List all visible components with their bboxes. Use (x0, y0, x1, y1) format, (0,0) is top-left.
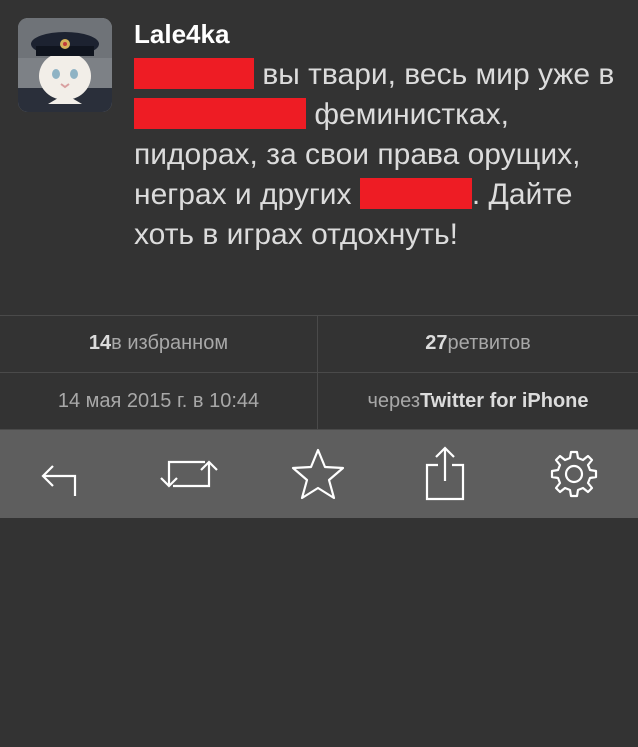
settings-gear-icon (550, 450, 598, 498)
retweets-count[interactable]: 27 ретвитов (318, 315, 638, 372)
action-toolbar (0, 430, 638, 518)
redaction-block (359, 178, 472, 209)
tweet-text-part-1: вы твари, весь мир уже в (254, 58, 615, 91)
retweets-label: ретвитов (447, 332, 531, 354)
tweet-detail: Lale4ka вы твари, весь мир уже в феминис… (0, 0, 638, 315)
favorite-star-icon (291, 448, 345, 500)
share-icon (425, 446, 465, 501)
tweet-source[interactable]: через Twitter for iPhone (318, 373, 638, 430)
tweet-text: вы твари, весь мир уже в феминистках, пи… (134, 55, 624, 255)
reply-button[interactable] (31, 444, 91, 504)
username[interactable]: Lale4ka (134, 19, 229, 50)
tweet-timestamp: 14 мая 2015 г. в 10:44 (0, 373, 317, 430)
retweet-button[interactable] (159, 444, 219, 504)
favorite-button[interactable] (288, 444, 348, 504)
reply-icon (41, 465, 77, 496)
redaction-block (134, 98, 306, 129)
favorites-number: 14 (88, 332, 112, 354)
via-client: Twitter for iPhone (420, 390, 589, 412)
share-button[interactable] (415, 444, 475, 504)
favorites-label: в избранном (111, 332, 229, 354)
user-avatar[interactable] (18, 18, 112, 112)
retweet-icon (160, 460, 218, 488)
favorites-count[interactable]: 14 в избранном (0, 315, 317, 372)
cat-captain-avatar-image (18, 18, 112, 112)
via-label: через (367, 390, 420, 412)
settings-button[interactable] (544, 444, 604, 504)
timestamp-text: 14 мая 2015 г. в 10:44 (57, 390, 260, 412)
redaction-block (134, 58, 254, 89)
retweets-number: 27 (425, 332, 448, 354)
tweet-stats: 14 в избранном 27 ретвитов 14 мая 2015 г… (0, 315, 638, 430)
